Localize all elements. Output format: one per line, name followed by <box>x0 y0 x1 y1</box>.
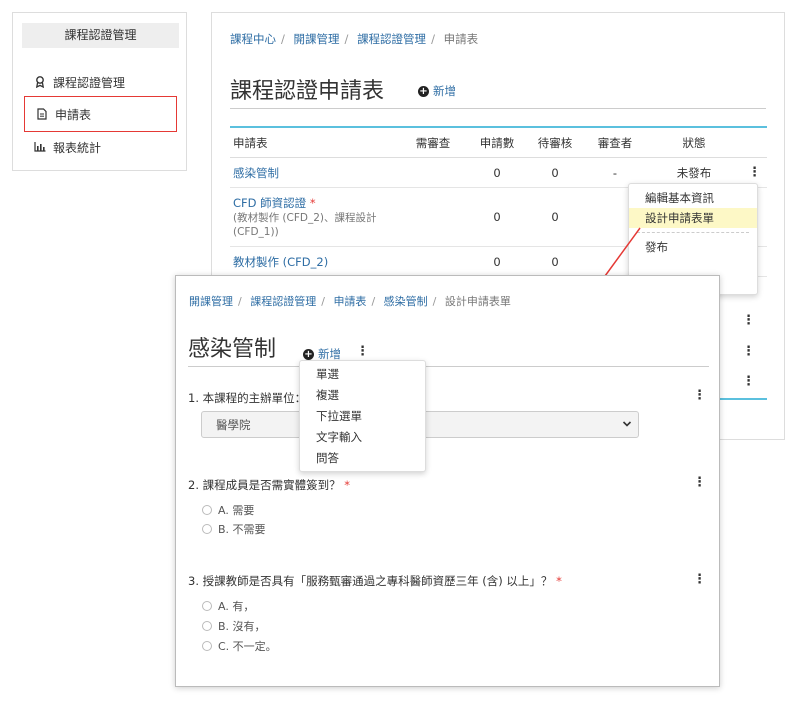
select-value: 醫學院 <box>216 417 251 432</box>
column-header: 申請數 <box>479 135 515 150</box>
table-cell: 0 <box>493 165 501 180</box>
document-icon <box>35 108 49 120</box>
more-icon[interactable]: ⋮ <box>742 313 755 328</box>
radio-icon <box>202 524 212 534</box>
menu-divider <box>637 232 749 233</box>
question-type-menu: 單選 複選 下拉選單 文字輸入 問答 <box>299 360 426 472</box>
table-cell: 0 <box>493 210 501 224</box>
table-cell: 0 <box>551 210 559 224</box>
breadcrumb-current: 設計申請表單 <box>444 295 511 308</box>
breadcrumb-link[interactable]: 開課管理 <box>189 295 233 308</box>
radio-icon <box>202 641 212 651</box>
radio-icon <box>202 621 212 631</box>
application-subtitle: (教材製作 (CFD_2)、課程設計 (CFD_1)) <box>233 212 377 238</box>
application-name-link[interactable]: 感染管制 <box>233 166 279 180</box>
sidebar-item-course-certification[interactable]: 課程認證管理 <box>23 69 175 95</box>
required-mark: * <box>556 574 562 588</box>
table-cell: 0 <box>551 254 559 269</box>
breadcrumb-link[interactable]: 申請表 <box>333 295 366 308</box>
more-icon[interactable]: ⋮ <box>693 475 706 490</box>
menu-item-multiple-choice[interactable]: 複選 <box>300 385 425 406</box>
chevron-down-icon <box>622 417 632 434</box>
application-name-link[interactable]: 教材製作 (CFD_2) <box>233 255 328 269</box>
add-button[interactable]: + 新增 <box>418 83 456 99</box>
question-label: 3. 授課教師是否具有「服務甄審通過之專科醫師資歷三年 (含) 以上」？ * <box>188 574 562 588</box>
menu-item-design-form[interactable]: 設計申請表單 <box>629 208 757 228</box>
form-designer-panel: 開課管理 / 課程認證管理 / 申請表 / 感染管制 / 設計申請表單 感染管制 + 新… <box>175 275 720 687</box>
radio-option[interactable]: B. 沒有， <box>202 618 266 634</box>
breadcrumb-link[interactable]: 課程認證管理 <box>250 295 316 308</box>
divider <box>230 108 766 109</box>
required-mark: * <box>309 196 316 210</box>
column-header: 申請表 <box>233 135 268 150</box>
page-title: 課程認證申請表 <box>230 79 385 104</box>
radio-option[interactable]: A. 有， <box>202 598 254 614</box>
column-header: 需審查 <box>415 135 451 150</box>
column-header: 狀態 <box>682 135 706 150</box>
more-icon[interactable]: ⋮ <box>693 388 706 403</box>
question-label: 2. 課程成員是否需實體簽到？ * <box>188 478 351 492</box>
breadcrumb-current: 申請表 <box>443 32 479 46</box>
breadcrumb-link[interactable]: 課程認證管理 <box>357 32 426 46</box>
plus-circle-icon: + <box>418 85 429 97</box>
table-cell: 0 <box>551 165 559 180</box>
more-icon[interactable]: ⋮ <box>742 165 767 180</box>
sidebar-item-label: 報表統計 <box>53 140 102 155</box>
application-name-link[interactable]: CFD 師資認證 <box>233 196 306 210</box>
menu-item-essay[interactable]: 問答 <box>300 448 425 469</box>
breadcrumb-link[interactable]: 感染管制 <box>384 295 428 308</box>
radio-option[interactable]: A. 需要 <box>202 502 254 518</box>
award-icon <box>33 76 47 88</box>
sidebar-item-label: 課程認證管理 <box>53 75 126 90</box>
menu-item-single-choice[interactable]: 單選 <box>300 364 425 385</box>
sidebar-title: 課程認證管理 <box>22 23 179 48</box>
column-header: 審查者 <box>597 135 633 150</box>
status-cell: 未發布 <box>676 165 712 180</box>
table-cell: - <box>612 165 618 180</box>
table-bottom-border <box>718 398 767 400</box>
more-icon[interactable]: ⋮ <box>693 572 706 587</box>
menu-item-edit-info[interactable]: 編輯基本資訊 <box>629 188 757 208</box>
breadcrumb: 開課管理 / 課程認證管理 / 申請表 / 感染管制 / 設計申請表單 <box>189 295 511 308</box>
sidebar-item-report-statistics[interactable]: 報表統計 <box>23 134 175 160</box>
plus-circle-icon: + <box>303 348 314 360</box>
menu-item-dropdown[interactable]: 下拉選單 <box>300 406 425 427</box>
required-mark: * <box>344 478 351 492</box>
more-icon[interactable]: ⋮ <box>356 344 369 359</box>
radio-option[interactable]: C. 不一定。 <box>202 638 277 654</box>
more-icon[interactable]: ⋮ <box>742 374 755 389</box>
column-header: 待審核 <box>537 135 573 150</box>
menu-item-text-input[interactable]: 文字輸入 <box>300 427 425 448</box>
add-button-label: 新增 <box>433 84 456 98</box>
page-title: 感染管制 <box>188 337 277 362</box>
bar-chart-icon <box>33 142 47 152</box>
breadcrumb-link[interactable]: 課程中心 <box>230 32 276 46</box>
breadcrumb-link[interactable]: 開課管理 <box>294 32 340 46</box>
breadcrumb: 課程中心 / 開課管理 / 課程認證管理 / 申請表 <box>230 32 479 46</box>
table-header: 申請表 需審查 申請數 待審核 審查者 狀態 <box>230 128 767 158</box>
radio-option[interactable]: B. 不需要 <box>202 521 266 537</box>
radio-icon <box>202 601 212 611</box>
divider <box>188 366 709 367</box>
question-label: 1. 本課程的主辦單位： <box>188 391 307 405</box>
sidebar: 課程認證管理 課程認證管理 申請表 報表統計 <box>12 12 187 171</box>
more-icon[interactable]: ⋮ <box>742 344 755 359</box>
radio-icon <box>202 505 212 515</box>
sidebar-item-label: 申請表 <box>55 107 92 122</box>
menu-item-publish[interactable]: 發布 <box>629 237 757 257</box>
table-cell: 0 <box>493 254 501 269</box>
sidebar-item-application-form[interactable]: 申請表 <box>24 96 177 132</box>
